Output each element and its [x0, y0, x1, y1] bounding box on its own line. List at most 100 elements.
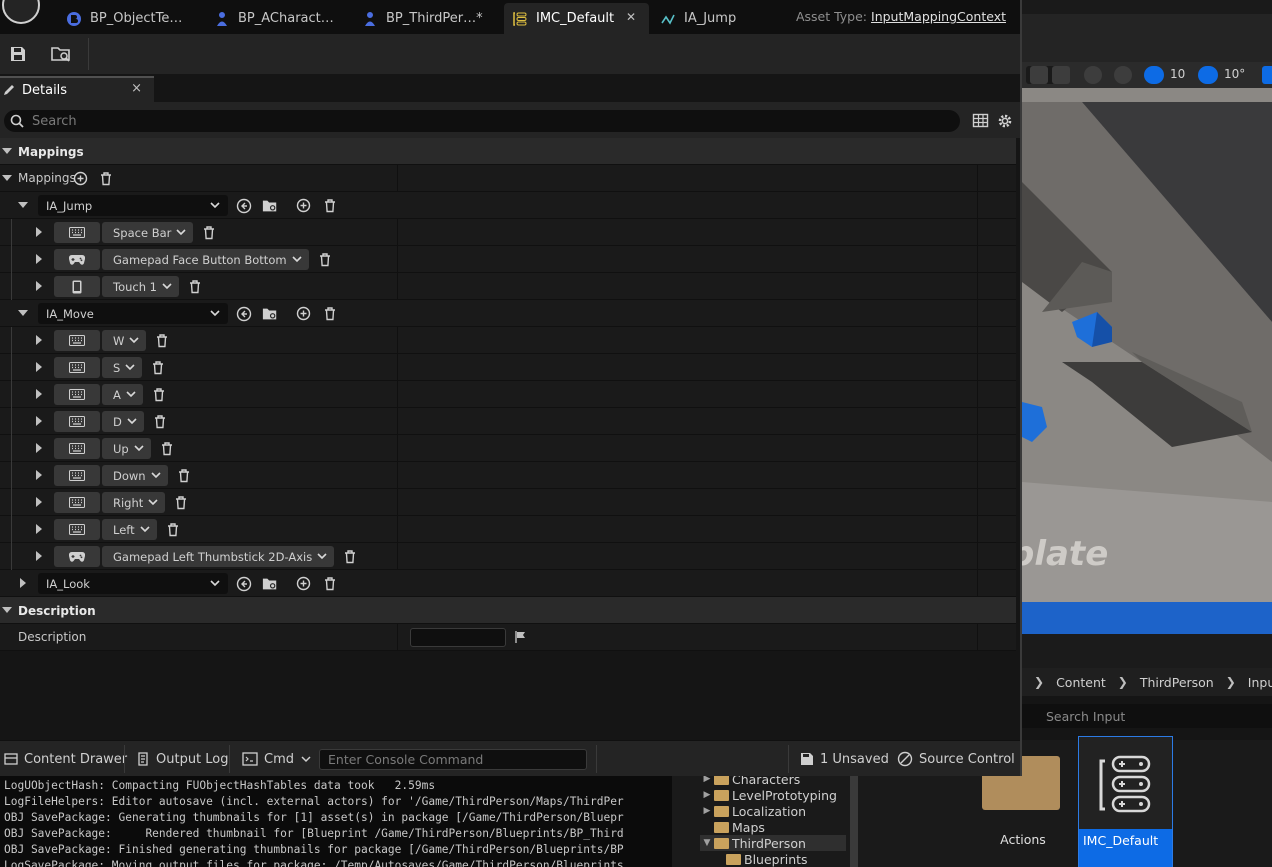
folder-item-levelprototyping[interactable]: ▶ LevelPrototyping [700, 787, 837, 803]
content-browser-search[interactable]: Search Input [1022, 704, 1272, 728]
expand-arrow-icon[interactable] [36, 497, 42, 507]
add-key-button[interactable] [295, 575, 311, 592]
content-drawer-button[interactable]: Content Drawer [4, 741, 127, 777]
expand-arrow-icon[interactable] [36, 443, 42, 453]
collapse-arrow-icon[interactable] [2, 607, 12, 613]
remove-key-button[interactable] [150, 359, 166, 376]
tab-bp-objecttest[interactable]: BP_ObjectTe… [60, 3, 194, 34]
remove-key-button[interactable] [201, 224, 217, 241]
settings-button[interactable] [996, 112, 1014, 130]
asset-tile-imc-default[interactable]: IMC_Default [1078, 736, 1173, 867]
key-combo[interactable]: Gamepad Face Button Bottom [102, 249, 309, 270]
tab-ia-jump[interactable]: IA_Jump [654, 3, 774, 34]
use-selected-button[interactable] [236, 197, 252, 214]
folder-item-localization[interactable]: ▶ Localization [700, 803, 807, 819]
expand-arrow-icon[interactable] [36, 524, 42, 534]
input-action-combo[interactable]: IA_Move [38, 303, 228, 324]
tab-bp-thirdperson[interactable]: BP_ThirdPer…* [356, 3, 496, 34]
expand-arrow-icon[interactable] [36, 416, 42, 426]
clear-mappings-button[interactable] [98, 170, 114, 187]
add-key-button[interactable] [295, 197, 311, 214]
remove-key-button[interactable] [342, 548, 358, 565]
add-key-button[interactable] [295, 305, 311, 322]
tab-bp-acharacter[interactable]: BP_ACharact… [208, 3, 342, 34]
breadcrumb-content[interactable]: Content [1056, 675, 1106, 690]
unreal-logo-icon[interactable] [2, 0, 40, 24]
key-combo[interactable]: W [102, 330, 147, 351]
details-tab[interactable]: Details × [0, 76, 154, 102]
asset-type-link[interactable]: InputMappingContext [871, 9, 1006, 24]
use-selected-button[interactable] [236, 305, 252, 322]
description-input[interactable] [410, 628, 506, 647]
viewport-angle-value[interactable]: 10° [1224, 67, 1245, 81]
key-combo[interactable]: Down [102, 465, 168, 486]
key-selector-gamepad-button[interactable] [54, 249, 100, 270]
remove-key-button[interactable] [165, 521, 181, 538]
key-selector-keyboard-button[interactable] [54, 519, 100, 540]
collapse-arrow-icon[interactable] [2, 175, 12, 181]
input-action-combo[interactable]: IA_Look [38, 573, 228, 594]
expand-arrow-icon[interactable] [36, 470, 42, 480]
folder-item-maps[interactable]: Maps [700, 819, 765, 835]
key-combo[interactable]: Space Bar [102, 222, 194, 243]
remove-key-button[interactable] [152, 413, 168, 430]
details-search-input[interactable]: Search [4, 110, 960, 132]
expand-arrow-icon[interactable] [20, 578, 26, 588]
browse-asset-button[interactable] [262, 305, 278, 322]
key-combo[interactable]: Gamepad Left Thumbstick 2D-Axis [102, 546, 335, 567]
expand-arrow-icon[interactable] [36, 389, 42, 399]
remove-key-button[interactable] [159, 440, 175, 457]
key-selector-keyboard-button[interactable] [54, 357, 100, 378]
key-combo[interactable]: Touch 1 [102, 276, 179, 297]
folder-tree-scrollbar[interactable] [850, 776, 858, 867]
source-control-button[interactable]: Source Control [897, 741, 1015, 777]
input-action-combo[interactable]: IA_Jump [38, 195, 228, 216]
key-selector-keyboard-button[interactable] [54, 492, 100, 513]
output-log-button[interactable]: Output Log [136, 741, 229, 777]
key-selector-keyboard-button[interactable] [54, 384, 100, 405]
localization-flag-icon[interactable] [514, 630, 528, 644]
expand-arrow-icon[interactable] [36, 281, 42, 291]
key-selector-keyboard-button[interactable] [54, 411, 100, 432]
remove-action-button[interactable] [322, 197, 338, 214]
expand-arrow-icon[interactable] [36, 362, 42, 372]
save-button[interactable] [5, 42, 31, 66]
key-combo[interactable]: Right [102, 492, 166, 513]
expand-arrow-icon[interactable] [36, 335, 42, 345]
key-combo[interactable]: D [102, 411, 144, 432]
unsaved-indicator[interactable]: 1 Unsaved [800, 741, 889, 777]
close-icon[interactable]: × [131, 81, 142, 96]
key-selector-keyboard-button[interactable] [54, 330, 100, 351]
remove-key-button[interactable] [317, 251, 333, 268]
add-mapping-button[interactable] [72, 170, 88, 187]
expand-arrow-icon[interactable]: ▶ [700, 806, 714, 816]
level-viewport[interactable]: 10 10° plate [1022, 62, 1272, 634]
key-selector-keyboard-button[interactable] [54, 465, 100, 486]
remove-action-button[interactable] [322, 305, 338, 322]
browse-asset-button[interactable] [262, 197, 278, 214]
expand-arrow-icon[interactable]: ▼ [700, 838, 714, 848]
folder-item-blueprints[interactable]: Blueprints [712, 851, 808, 867]
remove-action-button[interactable] [322, 575, 338, 592]
remove-key-button[interactable] [151, 386, 167, 403]
key-combo[interactable]: A [102, 384, 143, 405]
tab-imc-default[interactable]: IMC_Default ✕ [504, 3, 649, 34]
key-selector-gamepad-button[interactable] [54, 546, 100, 567]
tab-close-icon[interactable]: ✕ [626, 10, 636, 24]
viewport-grid-value[interactable]: 10 [1170, 67, 1185, 81]
remove-key-button[interactable] [154, 332, 170, 349]
expand-arrow-icon[interactable]: ▶ [700, 790, 714, 800]
expand-arrow-icon[interactable] [36, 254, 42, 264]
key-selector-keyboard-button[interactable] [54, 438, 100, 459]
browse-asset-button[interactable] [262, 575, 278, 592]
collapse-arrow-icon[interactable] [2, 148, 12, 154]
expand-arrow-icon[interactable] [36, 551, 42, 561]
collapse-arrow-icon[interactable] [18, 202, 28, 208]
remove-key-button[interactable] [173, 494, 189, 511]
breadcrumb-thirdperson[interactable]: ThirdPerson [1140, 675, 1214, 690]
key-combo[interactable]: S [102, 357, 143, 378]
property-matrix-button[interactable] [972, 112, 989, 129]
browse-to-asset-button[interactable] [48, 42, 74, 66]
use-selected-button[interactable] [236, 575, 252, 592]
console-command-input[interactable]: Enter Console Command [319, 749, 587, 770]
